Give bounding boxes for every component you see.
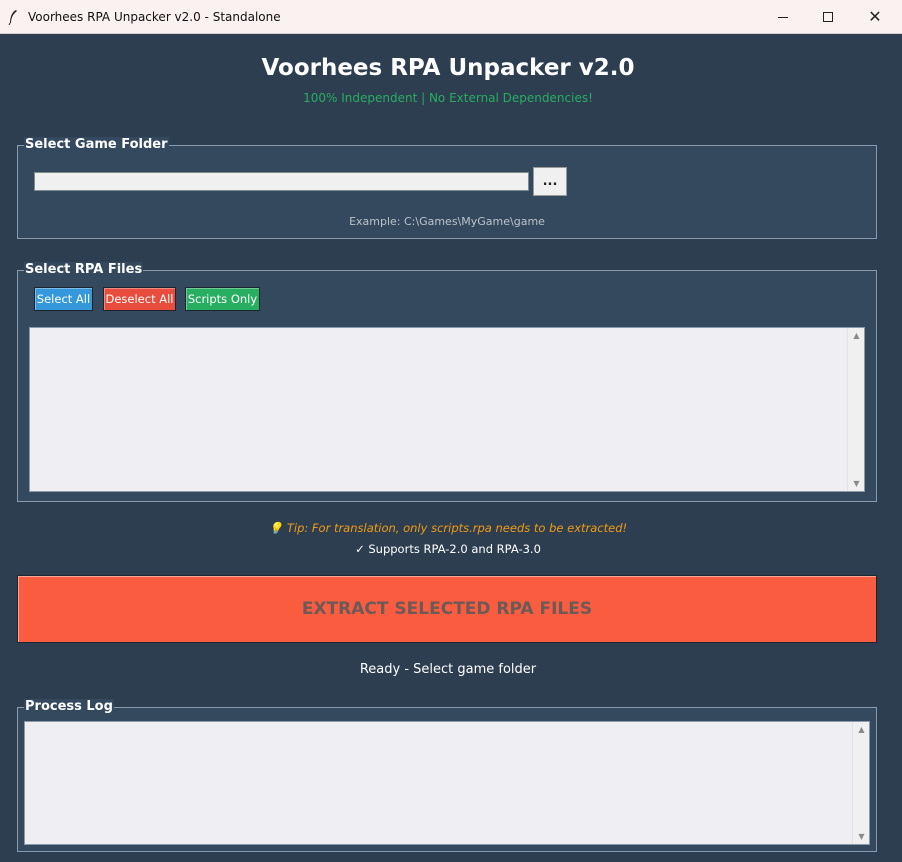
extract-button[interactable]: EXTRACT SELECTED RPA FILES	[17, 575, 877, 643]
maximize-button[interactable]	[805, 0, 851, 34]
minimize-button[interactable]	[760, 0, 806, 34]
process-log-textbox[interactable]: ▲ ▼	[24, 721, 870, 845]
list-scrollbar[interactable]: ▲ ▼	[847, 328, 864, 491]
browse-button[interactable]: ...	[533, 167, 567, 196]
app-subtitle: 100% Independent | No External Dependenc…	[303, 91, 593, 105]
game-folder-input[interactable]	[34, 172, 529, 191]
arrow-up-icon[interactable]: ▲	[848, 331, 865, 340]
status-label: Ready - Select game folder	[359, 662, 537, 677]
window-title: Voorhees RPA Unpacker v2.0 - Standalone	[28, 10, 281, 24]
select-all-button[interactable]: Select All	[34, 287, 93, 311]
app-window: Voorhees RPA Unpacker v2.0 - Standalone …	[0, 0, 902, 862]
app-title: Voorhees RPA Unpacker v2.0	[261, 55, 635, 81]
arrow-down-icon[interactable]: ▼	[853, 832, 870, 841]
maximize-icon	[823, 12, 833, 22]
title-bar: Voorhees RPA Unpacker v2.0 - Standalone …	[0, 0, 902, 34]
minimize-icon	[778, 16, 788, 18]
arrow-down-icon[interactable]: ▼	[848, 479, 865, 488]
deselect-all-button[interactable]: Deselect All	[103, 287, 176, 311]
group-legend: Select RPA Files	[24, 262, 144, 278]
feather-icon	[8, 10, 17, 25]
scripts-only-button[interactable]: Scripts Only	[185, 287, 260, 311]
log-scrollbar[interactable]: ▲ ▼	[852, 722, 869, 844]
group-legend: Process Log	[24, 699, 114, 715]
close-button[interactable]: ✕	[852, 0, 898, 34]
example-hint: Example: C:\Games\MyGame\game	[349, 215, 545, 228]
select-game-folder-group: Select Game Folder ... Example: C:\Games…	[17, 137, 877, 239]
tip-text: 💡 Tip: For translation, only scripts.rpa…	[268, 521, 628, 535]
arrow-up-icon[interactable]: ▲	[853, 725, 870, 734]
select-rpa-files-group: Select RPA Files Select All Deselect All…	[17, 262, 877, 502]
group-legend: Select Game Folder	[24, 137, 169, 153]
close-icon: ✕	[868, 7, 882, 26]
process-log-group: Process Log ▲ ▼	[17, 699, 877, 852]
supports-text: ✓ Supports RPA-2.0 and RPA-3.0	[355, 542, 541, 556]
rpa-files-list[interactable]: ▲ ▼	[29, 327, 865, 492]
